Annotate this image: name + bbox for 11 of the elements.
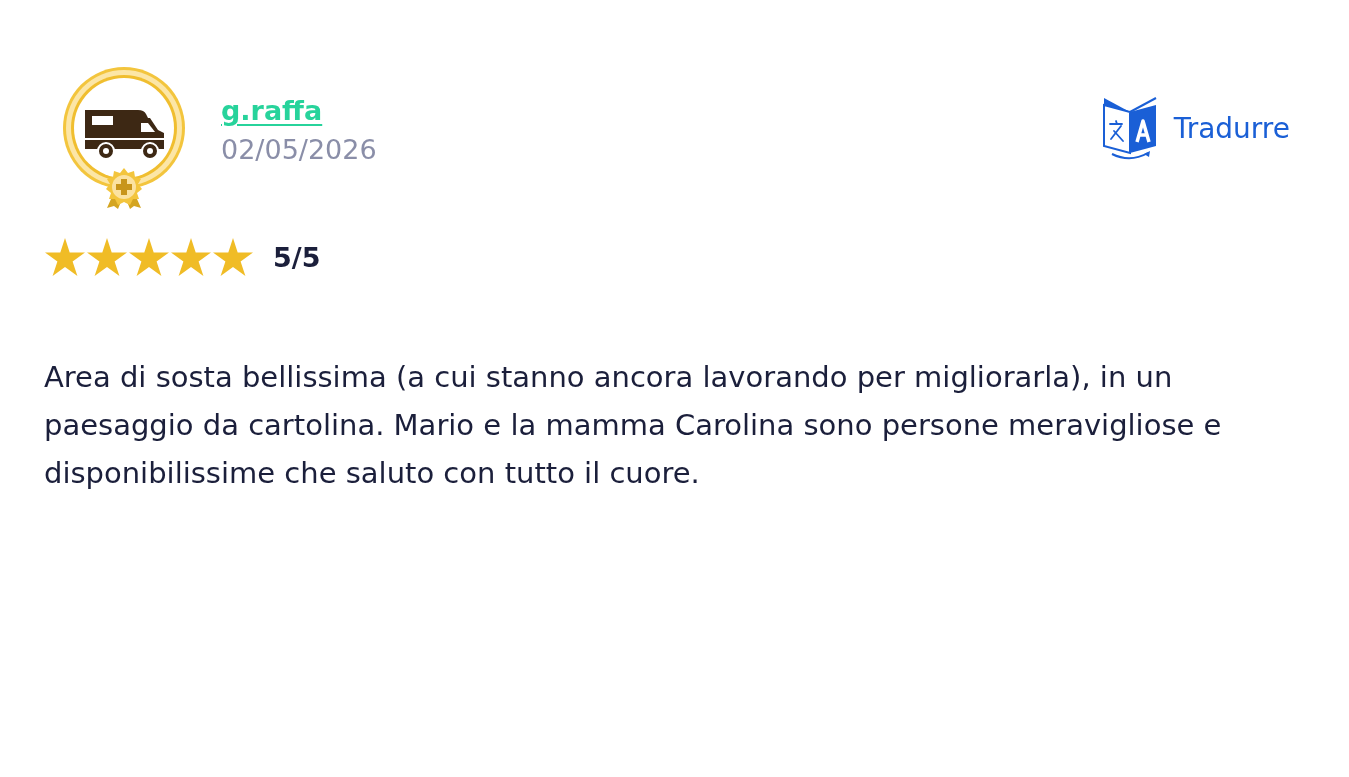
star-icon (171, 238, 211, 276)
rating-score: 5/5 (273, 241, 321, 273)
star-icon (213, 238, 253, 276)
review-text: Area di sosta bellissima (a cui stanno ancora lavorando per migliorarla), in un paesaggio da cartolina. Mario e la mamma Carolina sono persone meravigliose e disponibilissime che saluto con tutto il cuore. (44, 359, 1223, 492)
star-icon (87, 238, 127, 276)
review-date: 02/05/2026 (221, 133, 377, 167)
star-icon (45, 238, 85, 276)
translate-button[interactable]: Tradurre (1101, 97, 1290, 160)
star-icon (129, 238, 169, 276)
camper-badge-icon (62, 66, 186, 209)
translate-icon (1101, 97, 1158, 160)
